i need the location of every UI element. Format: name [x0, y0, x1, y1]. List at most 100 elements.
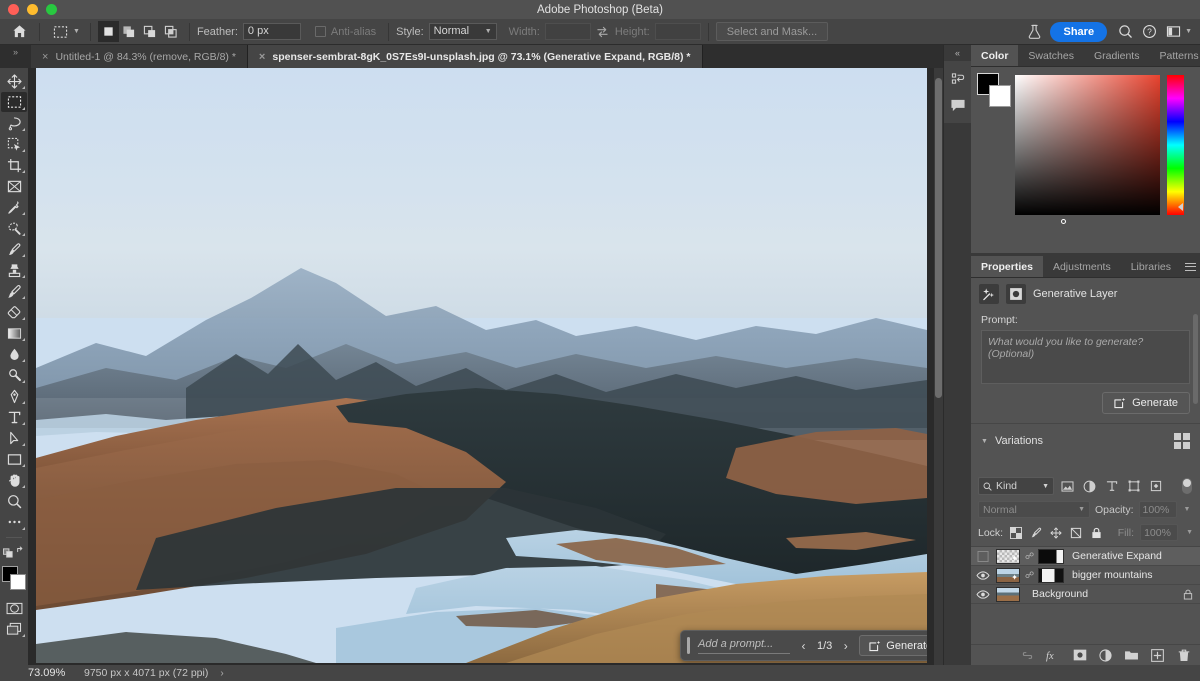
layer-visibility-toggle[interactable]: [975, 567, 991, 583]
link-layers-icon[interactable]: [1020, 648, 1035, 663]
hue-slider[interactable]: [1167, 75, 1184, 215]
history-brush-tool[interactable]: [1, 281, 27, 301]
link-mask-icon[interactable]: ☍: [1025, 570, 1033, 581]
intersect-with-selection-button[interactable]: [161, 21, 182, 42]
clone-stamp-tool[interactable]: [1, 260, 27, 280]
blend-mode-select[interactable]: Normal ▼: [978, 501, 1090, 518]
edit-toolbar-tool[interactable]: [1, 512, 27, 532]
actions-history-icon[interactable]: [944, 66, 972, 92]
minimize-button[interactable]: [27, 4, 38, 15]
layer-style-fx-icon[interactable]: fx: [1046, 648, 1061, 663]
tool-preset-picker[interactable]: ▼: [47, 22, 83, 42]
lock-position-icon[interactable]: [1049, 526, 1063, 540]
document-tab-2[interactable]: × spenser-sembrat-8gK_0S7Es9I-unsplash.j…: [248, 45, 703, 68]
tab-properties[interactable]: Properties: [971, 256, 1043, 277]
type-tool[interactable]: [1, 407, 27, 427]
flask-icon[interactable]: [1022, 20, 1046, 44]
table-row[interactable]: Background: [971, 585, 1200, 604]
rectangle-tool[interactable]: [1, 449, 27, 469]
opacity-value[interactable]: 100%: [1139, 501, 1177, 518]
swap-arrows-icon[interactable]: [591, 20, 615, 44]
canvas-area[interactable]: Add a prompt... ‹ 1/3 › Generate •••: [28, 68, 943, 665]
lock-image-pixels-icon[interactable]: [1029, 526, 1043, 540]
height-input[interactable]: [655, 23, 701, 40]
layer-mask-thumbnail[interactable]: [1038, 549, 1064, 564]
color-panel[interactable]: [971, 67, 1200, 253]
canvas-generate-button[interactable]: Generate: [859, 635, 927, 656]
blur-tool[interactable]: [1, 344, 27, 364]
add-layer-mask-icon[interactable]: [1072, 648, 1087, 663]
comments-icon[interactable]: [944, 92, 972, 118]
color-panel-tabs[interactable]: Color Swatches Gradients Patterns: [971, 45, 1200, 67]
delete-layer-icon[interactable]: [1176, 648, 1191, 663]
color-field[interactable]: [1015, 75, 1160, 215]
workspace-switcher-icon[interactable]: [1161, 20, 1185, 44]
feather-input[interactable]: 0 px: [243, 23, 301, 40]
tab-swatches[interactable]: Swatches: [1018, 45, 1084, 66]
anti-alias-checkbox[interactable]: [315, 26, 326, 37]
path-selection-tool[interactable]: [1, 428, 27, 448]
close-icon[interactable]: ×: [259, 51, 265, 63]
style-select[interactable]: Normal ▼: [429, 23, 497, 40]
brush-tool[interactable]: [1, 239, 27, 259]
tab-color[interactable]: Color: [971, 45, 1018, 66]
chevron-down-icon[interactable]: ▼: [981, 438, 988, 445]
gradient-tool[interactable]: [1, 323, 27, 343]
eraser-tool[interactable]: [1, 302, 27, 322]
fill-value[interactable]: 100%: [1140, 524, 1178, 541]
tab-patterns[interactable]: Patterns: [1149, 45, 1200, 66]
quick-mask-icon[interactable]: [1, 598, 27, 618]
selection-mode-group[interactable]: [98, 21, 182, 42]
lock-all-icon[interactable]: [1089, 526, 1103, 540]
filter-shape-icon[interactable]: [1125, 477, 1142, 495]
move-tool[interactable]: [1, 71, 27, 91]
width-input[interactable]: [545, 23, 591, 40]
collapse-panels-icon[interactable]: «: [944, 45, 971, 61]
layer-visibility-toggle[interactable]: [975, 548, 991, 564]
link-mask-icon[interactable]: ☍: [1025, 551, 1033, 562]
layer-visibility-toggle[interactable]: [975, 586, 991, 602]
subtract-from-selection-button[interactable]: [140, 21, 161, 42]
chevron-down-icon[interactable]: ▼: [1185, 28, 1192, 35]
properties-scrollbar[interactable]: [1193, 314, 1198, 404]
new-layer-icon[interactable]: [1150, 648, 1165, 663]
tab-adjustments[interactable]: Adjustments: [1043, 256, 1121, 277]
properties-generate-button[interactable]: Generate: [1102, 392, 1190, 414]
zoom-level[interactable]: 73.09%: [0, 667, 76, 679]
new-selection-button[interactable]: [98, 21, 119, 42]
select-and-mask-button[interactable]: Select and Mask...: [716, 22, 829, 41]
canvas-prompt-input[interactable]: Add a prompt...: [698, 638, 790, 654]
home-icon[interactable]: [6, 20, 32, 44]
search-icon[interactable]: [1113, 20, 1137, 44]
contextual-task-bar[interactable]: Add a prompt... ‹ 1/3 › Generate •••: [680, 630, 927, 661]
zoom-tool[interactable]: [1, 491, 27, 511]
pen-tool[interactable]: [1, 386, 27, 406]
panel-menu-icon[interactable]: [1181, 256, 1200, 277]
layer-thumbnail[interactable]: [996, 587, 1020, 602]
window-controls[interactable]: [0, 4, 57, 15]
layer-name[interactable]: bigger mountains: [1072, 569, 1153, 581]
layer-name[interactable]: Generative Expand: [1072, 550, 1162, 562]
lock-artboard-nesting-icon[interactable]: [1069, 526, 1083, 540]
default-and-swap-colors[interactable]: [1, 542, 27, 562]
close-button[interactable]: [8, 4, 19, 15]
layer-thumbnail[interactable]: ✦: [996, 568, 1020, 583]
next-variation-button[interactable]: ›: [840, 639, 851, 653]
filter-adjustment-icon[interactable]: [1081, 477, 1098, 495]
layer-name[interactable]: Background: [1032, 588, 1088, 600]
filter-type-icon[interactable]: [1103, 477, 1120, 495]
variations-section[interactable]: ▼ Variations: [971, 424, 1200, 458]
status-chevron-icon[interactable]: ›: [220, 668, 223, 679]
new-group-icon[interactable]: [1124, 648, 1139, 663]
grid-view-icon[interactable]: [1174, 433, 1190, 449]
opacity-stepper-icon[interactable]: ▼: [1184, 506, 1191, 513]
spot-healing-brush-tool[interactable]: [1, 218, 27, 238]
help-circle-icon[interactable]: ?: [1137, 20, 1161, 44]
properties-panel-tabs[interactable]: Properties Adjustments Libraries: [971, 256, 1200, 278]
tab-gradients[interactable]: Gradients: [1084, 45, 1150, 66]
color-panel-swatches[interactable]: [977, 73, 1011, 107]
frame-tool[interactable]: [1, 176, 27, 196]
eyedropper-tool[interactable]: [1, 197, 27, 217]
lock-transparent-pixels-icon[interactable]: [1009, 526, 1023, 540]
color-swatches[interactable]: [1, 565, 27, 593]
